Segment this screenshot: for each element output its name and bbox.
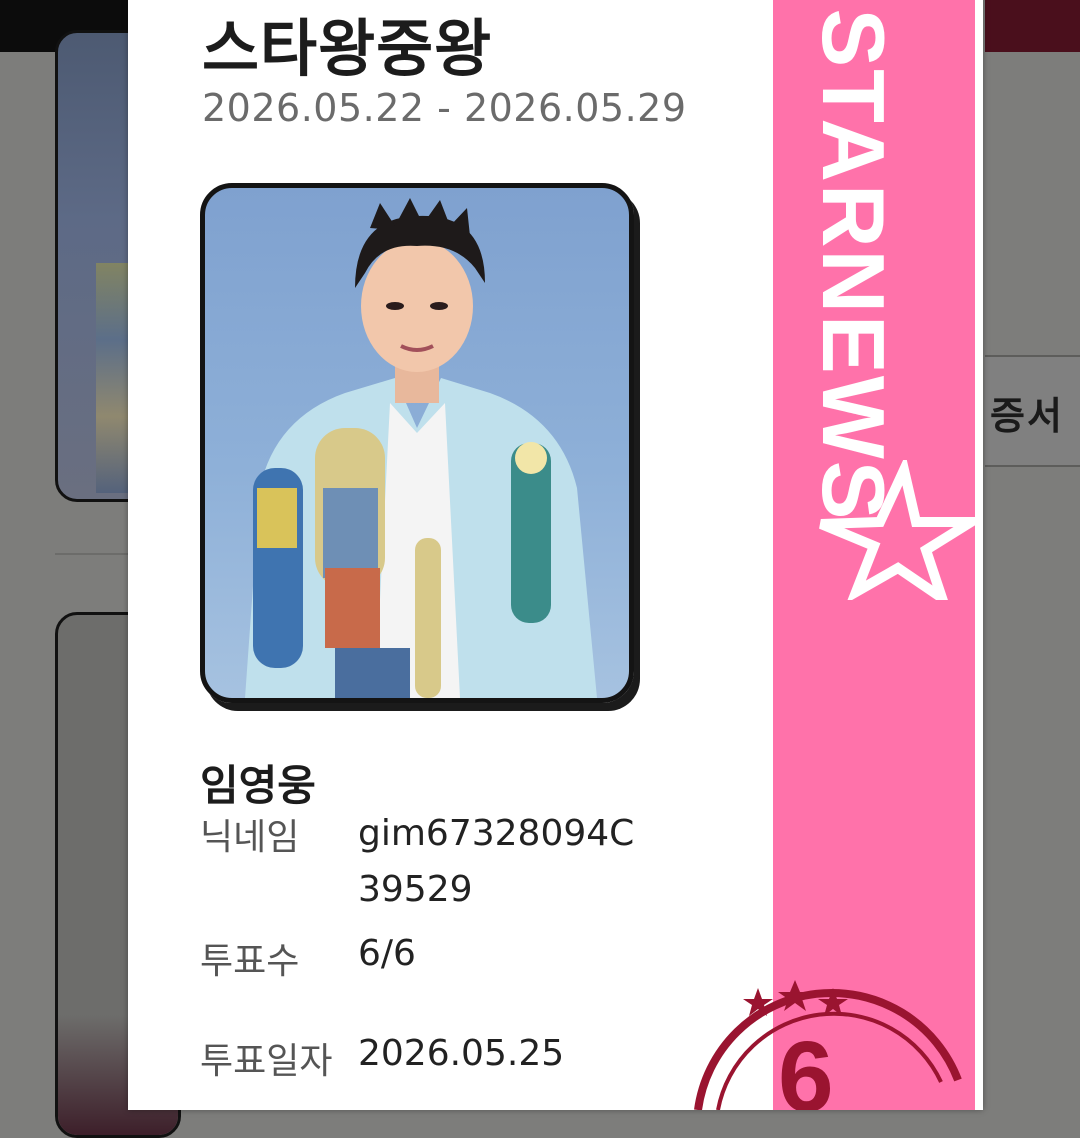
- event-period: 2026.05.22 - 2026.05.29: [202, 86, 687, 130]
- artist-photo: [200, 183, 634, 703]
- background-top-bar-right: [985, 0, 1080, 52]
- stamp-number: 6: [778, 1021, 834, 1110]
- artist-name: 임영웅: [200, 761, 316, 810]
- nickname-label: 닉네임: [200, 817, 300, 858]
- brand-logo-text: STARNEWS: [804, 8, 903, 522]
- vote-date-value: 2026.05.25: [358, 1033, 565, 1074]
- vote-count-value: 6/6: [358, 933, 416, 974]
- background-divider: [55, 553, 135, 555]
- event-title: 스타왕중왕: [202, 12, 493, 85]
- nickname-value-line-2: 39529: [358, 869, 473, 910]
- vote-date-label: 투표일자: [200, 1041, 333, 1082]
- background-certificate-label: 증서: [990, 394, 1064, 438]
- star-outline-icon: [819, 460, 976, 600]
- vote-certificate-card: 스타왕중왕 2026.05.22 - 2026.05.29 임영웅 닉네임 gi…: [128, 0, 983, 1110]
- vote-count-label: 투표수: [200, 941, 300, 982]
- nickname-value: gim67328094C 39529: [358, 806, 634, 918]
- nickname-value-line-1: gim67328094C: [358, 813, 635, 854]
